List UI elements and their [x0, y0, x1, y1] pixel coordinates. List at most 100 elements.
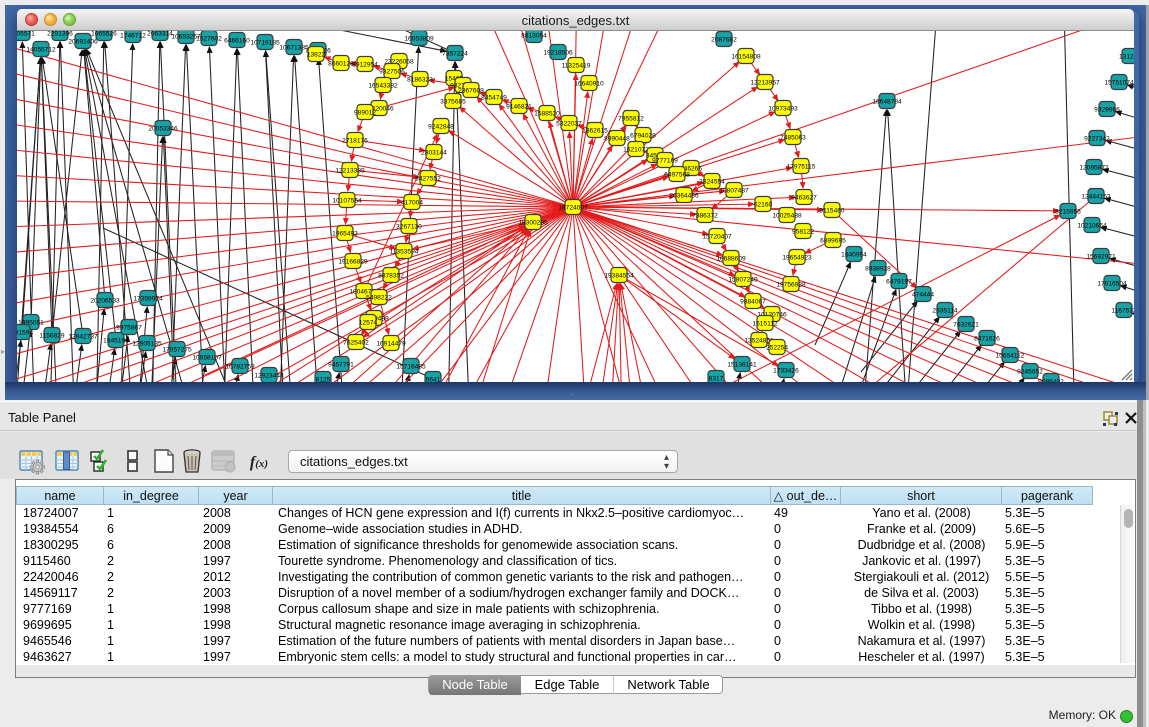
svg-text:3824554: 3824554 — [699, 178, 725, 185]
svg-text:19218506: 19218506 — [543, 49, 573, 56]
svg-text:12213389: 12213389 — [335, 167, 365, 174]
svg-text:5498222: 5498222 — [366, 294, 392, 301]
svg-text:1645194: 1645194 — [103, 337, 129, 344]
svg-text:15807249: 15807249 — [728, 276, 758, 283]
svg-text:3375685: 3375685 — [440, 98, 466, 105]
svg-text:8912954: 8912954 — [352, 61, 378, 68]
svg-text:10025488: 10025488 — [772, 212, 802, 219]
svg-text:6479197: 6479197 — [886, 278, 912, 285]
svg-text:9641: 9641 — [426, 376, 441, 382]
svg-text:17975115: 17975115 — [787, 163, 816, 170]
svg-text:20364486: 20364486 — [669, 192, 699, 199]
svg-text:2367608: 2367608 — [458, 87, 484, 94]
svg-text:17957275: 17957275 — [162, 346, 192, 353]
svg-text:8186323: 8186323 — [407, 76, 433, 83]
svg-text:16914479: 16914479 — [376, 340, 406, 347]
svg-text:2935114: 2935114 — [932, 307, 958, 314]
svg-text:9884067: 9884067 — [740, 298, 766, 305]
svg-text:9463627: 9463627 — [791, 194, 817, 201]
svg-text:f(x): f(x) — [250, 454, 268, 471]
svg-text:14055712: 14055712 — [26, 46, 56, 53]
svg-text:6899695: 6899695 — [820, 237, 846, 244]
svg-text:7485063: 7485063 — [780, 134, 806, 141]
svg-text:1527602: 1527602 — [196, 35, 222, 42]
svg-text:7386372: 7386372 — [692, 212, 718, 219]
svg-text:16640910: 16640910 — [574, 80, 604, 87]
svg-text:8990448: 8990448 — [604, 135, 630, 142]
svg-text:19166829: 19166829 — [338, 258, 368, 265]
svg-text:20691406: 20691406 — [68, 38, 98, 45]
svg-text:2063314: 2063314 — [147, 31, 173, 37]
svg-text:958122: 958122 — [792, 228, 814, 235]
svg-text:8660128: 8660128 — [328, 60, 354, 67]
svg-text:10654112: 10654112 — [996, 352, 1025, 359]
svg-text:15716485: 15716485 — [396, 363, 426, 370]
svg-text:391594: 391594 — [17, 329, 33, 336]
svg-text:1065526: 1065526 — [91, 31, 117, 37]
svg-text:252254: 252254 — [766, 344, 788, 351]
svg-text:9245652: 9245652 — [1017, 368, 1043, 375]
svg-text:2803144: 2803144 — [421, 149, 447, 156]
svg-text:12444153: 12444153 — [1081, 193, 1111, 200]
svg-text:16543382: 16543382 — [368, 82, 398, 89]
svg-text:13822: 13822 — [307, 51, 326, 58]
svg-text:989012: 989012 — [354, 109, 376, 116]
svg-text:16648784: 16648784 — [872, 98, 902, 105]
svg-text:2087682: 2087682 — [711, 36, 737, 43]
svg-text:10719185: 10719185 — [250, 39, 280, 46]
svg-text:3267130: 3267130 — [396, 223, 422, 230]
svg-text:7955812: 7955812 — [618, 115, 644, 122]
svg-text:1156829: 1156829 — [39, 332, 65, 339]
svg-text:62160: 62160 — [754, 201, 773, 208]
svg-text:1746712: 1746712 — [120, 32, 146, 39]
svg-text:9227342: 9227342 — [1084, 135, 1110, 142]
svg-text:12574: 12574 — [359, 319, 378, 326]
svg-text:8215955: 8215955 — [1055, 208, 1081, 215]
svg-text:16154808: 16154808 — [731, 53, 761, 60]
svg-text:17016504: 17016504 — [1097, 280, 1127, 287]
svg-text:8454749: 8454749 — [481, 94, 507, 101]
svg-text:8471626: 8471626 — [974, 335, 1000, 342]
svg-text:15136141: 15136141 — [727, 361, 757, 368]
svg-text:8427552: 8427552 — [415, 175, 441, 182]
svg-text:20206533: 20206533 — [90, 297, 120, 304]
svg-text:6794028: 6794028 — [630, 132, 656, 139]
svg-text:7357224: 7357224 — [442, 50, 468, 57]
svg-text:1362615: 1362615 — [582, 127, 608, 134]
svg-text:9327506: 9327506 — [379, 68, 405, 75]
svg-text:15720407: 15720407 — [702, 233, 732, 240]
svg-text:1615112: 1615112 — [752, 320, 778, 327]
svg-text:5322037: 5322037 — [556, 120, 582, 127]
svg-text:9975867: 9975867 — [116, 324, 142, 331]
svg-text:10688609: 10688609 — [716, 255, 746, 262]
svg-text:12095872: 12095872 — [1079, 164, 1109, 171]
svg-text:9146821: 9146821 — [506, 103, 532, 110]
svg-text:19654923: 19654923 — [782, 254, 812, 261]
svg-text:1167533: 1167533 — [1111, 307, 1134, 314]
svg-text:12213967: 12213967 — [750, 79, 780, 86]
svg-text:9086402: 9086402 — [1038, 378, 1064, 382]
svg-text:19384554: 19384554 — [604, 272, 634, 279]
svg-text:10107554: 10107554 — [332, 197, 362, 204]
svg-text:131254: 131254 — [1119, 53, 1134, 60]
svg-text:10958107: 10958107 — [192, 354, 222, 361]
svg-text:1588520: 1588520 — [534, 110, 560, 117]
svg-text:2718176: 2718176 — [342, 137, 368, 144]
svg-text:9115460: 9115460 — [819, 207, 845, 214]
svg-text:15751074: 15751074 — [1104, 79, 1134, 86]
svg-text:12905135: 12905135 — [132, 340, 162, 347]
svg-text:10210664: 10210664 — [1077, 222, 1107, 229]
svg-text:417004: 417004 — [401, 199, 423, 206]
svg-text:8813054: 8813054 — [521, 32, 547, 39]
svg-text:15692971: 15692971 — [1086, 253, 1116, 260]
svg-text:12942737: 12942737 — [68, 333, 98, 340]
svg-text:11325419: 11325419 — [562, 62, 591, 69]
svg-text:1640954: 1640954 — [841, 251, 867, 258]
svg-text:10973493: 10973493 — [768, 105, 798, 112]
svg-text:9329966: 9329966 — [1094, 106, 1120, 113]
svg-text:18300295: 18300295 — [518, 219, 548, 226]
svg-text:8125: 8125 — [316, 376, 331, 382]
svg-text:9457791: 9457791 — [328, 361, 354, 368]
svg-text:16782759: 16782759 — [225, 363, 255, 370]
svg-text:2291396: 2291396 — [47, 31, 73, 37]
